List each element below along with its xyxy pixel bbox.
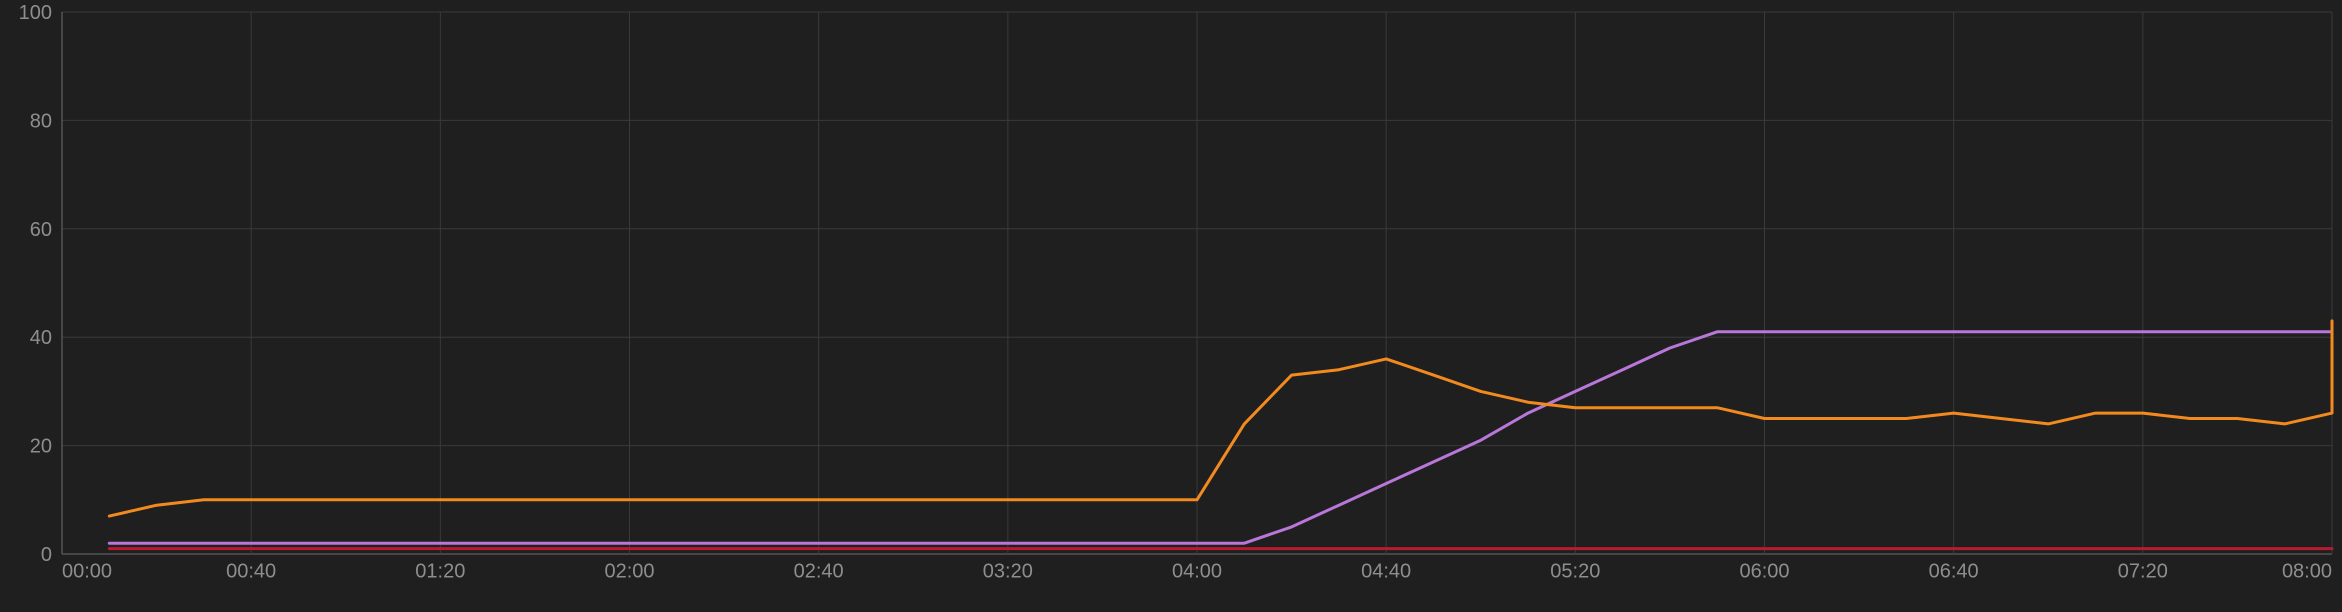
series-purple	[109, 332, 2332, 543]
y-tick-label: 20	[30, 436, 52, 458]
x-tick-label: 02:00	[604, 561, 654, 583]
x-tick-label: 06:40	[1929, 561, 1979, 583]
y-tick-label: 40	[30, 327, 52, 349]
x-tick-label: 08:00	[2282, 561, 2332, 583]
x-tick-label: 00:00	[62, 561, 112, 583]
chart-svg: 0 20 40 60 80 100 00:00 00:40 01:20 02:00 02:40 03:…	[0, 0, 2342, 612]
x-tick-label: 02:40	[794, 561, 844, 583]
x-tick-label: 05:20	[1550, 561, 1600, 583]
y-tick-label: 60	[30, 219, 52, 241]
x-tick-label: 07:20	[2118, 561, 2168, 583]
x-tick-label: 04:40	[1361, 561, 1411, 583]
line-chart: 0 20 40 60 80 100 00:00 00:40 01:20 02:00 02:40 03:…	[0, 0, 2342, 612]
x-tick-label: 00:40	[226, 561, 276, 583]
x-tick-label: 04:00	[1172, 561, 1222, 583]
y-tick-label: 100	[19, 2, 52, 24]
series-orange	[109, 321, 2332, 516]
x-tick-label: 01:20	[415, 561, 465, 583]
y-tick-label: 80	[30, 110, 52, 132]
x-tick-label: 03:20	[983, 561, 1033, 583]
y-tick-label: 0	[41, 544, 52, 566]
x-tick-label: 06:00	[1739, 561, 1789, 583]
